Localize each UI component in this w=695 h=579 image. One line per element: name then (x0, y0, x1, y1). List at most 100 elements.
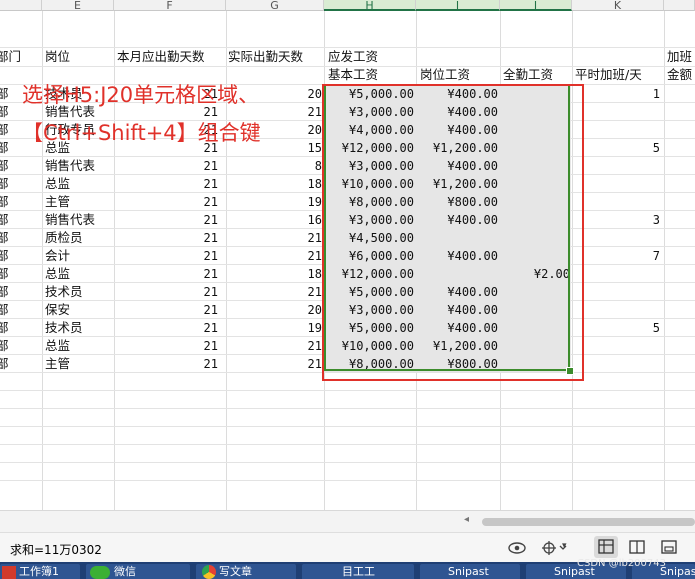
cell-plan-days[interactable]: 21 (204, 356, 218, 372)
header-plan-days: 本月应出勤天数 (117, 49, 205, 64)
scroll-left-icon[interactable]: ◂ (464, 514, 469, 525)
cell-actual-days[interactable]: 15 (308, 140, 322, 156)
highlight-frame (322, 84, 584, 381)
taskbar-item-4[interactable]: 目工工 (302, 564, 414, 579)
scroll-thumb[interactable] (482, 518, 695, 526)
cell-plan-days[interactable]: 21 (204, 248, 218, 264)
taskbar-item-browser[interactable]: 写文章 (196, 564, 296, 579)
cell-dept[interactable]: 部 (0, 104, 9, 120)
cell-actual-days[interactable]: 8 (315, 158, 322, 174)
header-actual-days: 实际出勤天数 (228, 49, 304, 64)
column-header-F[interactable]: F (114, 0, 226, 11)
cell-dept[interactable]: 部 (0, 266, 9, 282)
header-ot-amount-a: 加班 (667, 49, 693, 64)
cell-actual-days[interactable]: 18 (308, 266, 322, 282)
cell-overtime[interactable]: 5 (653, 140, 660, 156)
taskbar-item-wechat[interactable]: 微信 (86, 564, 190, 579)
cell-plan-days[interactable]: 21 (204, 212, 218, 228)
cell-actual-days[interactable]: 21 (308, 248, 322, 264)
spreadsheet-grid[interactable]: E F G H I J K 部门 岗位 本月应出勤天数 实际出勤天数 应发工资 … (0, 0, 695, 510)
cell-post[interactable]: 质检员 (45, 230, 83, 246)
header-post-pay: 岗位工资 (420, 67, 471, 82)
cell-dept[interactable]: 部 (0, 86, 9, 102)
cell-post[interactable]: 总监 (45, 338, 70, 354)
cell-plan-days[interactable]: 21 (204, 158, 218, 174)
column-header-K[interactable]: K (572, 0, 664, 11)
header-base: 基本工资 (328, 67, 379, 82)
cell-plan-days[interactable]: 21 (204, 320, 218, 336)
column-header-G[interactable]: G (226, 0, 324, 11)
taskbar-item-snipaste-1[interactable]: Snipast (420, 564, 520, 579)
annotation-line-2: 【Ctrl+Shift+4】组合键 (22, 121, 261, 145)
cell-plan-days[interactable]: 21 (204, 194, 218, 210)
cell-dept[interactable]: 部 (0, 338, 9, 354)
cell-actual-days[interactable]: 21 (308, 104, 322, 120)
cell-post[interactable]: 总监 (45, 176, 70, 192)
cell-post[interactable]: 总监 (45, 266, 70, 282)
watermark: CSDN @lb200743 (577, 558, 666, 569)
eye-protection-icon[interactable] (508, 541, 526, 558)
sum-readout[interactable]: 求和=11万0302 (10, 541, 102, 558)
page-break-view-icon[interactable] (660, 539, 678, 558)
normal-view-icon[interactable] (594, 536, 618, 558)
cell-plan-days[interactable]: 21 (204, 302, 218, 318)
page-layout-view-icon[interactable] (628, 539, 646, 558)
cell-actual-days[interactable]: 21 (308, 284, 322, 300)
column-header-E[interactable]: E (42, 0, 114, 11)
column-header-H[interactable]: H (324, 0, 416, 11)
cell-dept[interactable]: 部 (0, 176, 9, 192)
cell-actual-days[interactable]: 21 (308, 338, 322, 354)
header-full-att: 全勤工资 (503, 67, 554, 82)
chevron-down-icon[interactable]: ▾ (562, 541, 567, 551)
cell-plan-days[interactable]: 21 (204, 266, 218, 282)
cell-post[interactable]: 销售代表 (45, 158, 95, 174)
chrome-icon (202, 565, 216, 579)
cell-dept[interactable]: 部 (0, 212, 9, 228)
cell-dept[interactable]: 部 (0, 122, 9, 138)
cell-post[interactable]: 保安 (45, 302, 70, 318)
cell-overtime[interactable]: 5 (653, 320, 660, 336)
taskbar-item-workbook[interactable]: 工作簿1 (0, 564, 80, 579)
cell-dept[interactable]: 部 (0, 230, 9, 246)
cell-post[interactable]: 技术员 (45, 320, 83, 336)
header-overtime: 平时加班/天 (575, 67, 642, 82)
horizontal-scrollbar[interactable]: ◂ (0, 510, 695, 533)
cell-actual-days[interactable]: 20 (308, 302, 322, 318)
cell-post[interactable]: 主管 (45, 194, 70, 210)
header-post: 岗位 (45, 49, 71, 64)
cell-dept[interactable]: 部 (0, 320, 9, 336)
column-header-J[interactable]: J (500, 0, 572, 11)
cell-dept[interactable]: 部 (0, 284, 9, 300)
cell-actual-days[interactable]: 20 (308, 122, 322, 138)
column-header-D[interactable] (0, 0, 42, 11)
cell-actual-days[interactable]: 20 (308, 86, 322, 102)
cell-actual-days[interactable]: 21 (308, 230, 322, 246)
cell-post[interactable]: 会计 (45, 248, 70, 264)
cell-actual-days[interactable]: 18 (308, 176, 322, 192)
cell-overtime[interactable]: 1 (653, 86, 660, 102)
cell-dept[interactable]: 部 (0, 158, 9, 174)
cell-actual-days[interactable]: 19 (308, 194, 322, 210)
cell-dept[interactable]: 部 (0, 194, 9, 210)
cell-plan-days[interactable]: 21 (204, 176, 218, 192)
cell-dept[interactable]: 部 (0, 248, 9, 264)
cell-dept[interactable]: 部 (0, 302, 9, 318)
cell-dept[interactable]: 部 (0, 356, 9, 372)
cell-dept[interactable]: 部 (0, 140, 9, 156)
cell-plan-days[interactable]: 21 (204, 230, 218, 246)
column-header-I[interactable]: I (416, 0, 500, 11)
cell-plan-days[interactable]: 21 (204, 338, 218, 354)
cell-overtime[interactable]: 7 (653, 248, 660, 264)
cell-plan-days[interactable]: 21 (204, 284, 218, 300)
cell-actual-days[interactable]: 19 (308, 320, 322, 336)
cell-post[interactable]: 主管 (45, 356, 70, 372)
cell-post[interactable]: 技术员 (45, 284, 83, 300)
header-pay-group: 应发工资 (328, 49, 379, 64)
cell-actual-days[interactable]: 21 (308, 356, 322, 372)
cell-actual-days[interactable]: 16 (308, 212, 322, 228)
header-dept: 部门 (0, 49, 22, 64)
column-header-L[interactable] (664, 0, 695, 11)
cell-overtime[interactable]: 3 (653, 212, 660, 228)
cell-post[interactable]: 销售代表 (45, 212, 95, 228)
wps-icon (2, 565, 16, 579)
